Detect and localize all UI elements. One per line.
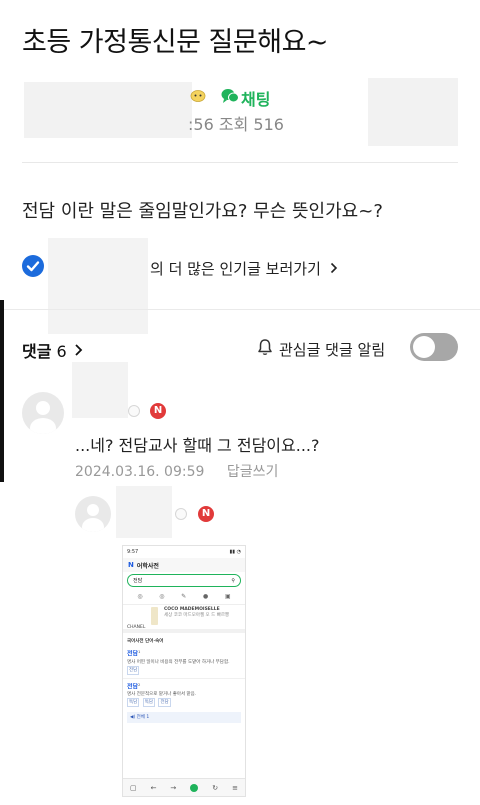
refresh-icon: ↻ bbox=[212, 783, 219, 792]
mic-icon: ● bbox=[202, 593, 209, 600]
post-body: 전담 이란 말은 줄임말인가요? 무슨 뜻인가요~? bbox=[22, 201, 383, 222]
chevron-right-icon bbox=[74, 342, 83, 361]
post-title: 초등 가정통신문 질문해요~ bbox=[22, 27, 329, 58]
home-icon bbox=[190, 783, 199, 792]
chat-button[interactable]: 채팅 bbox=[221, 86, 270, 110]
ad-desc: 세상 코코 마드모아젤 오 드 빠르뿡 bbox=[164, 613, 230, 618]
reply-button[interactable]: 답글쓰기 bbox=[227, 464, 279, 480]
dict-app-title: 어학사전 bbox=[136, 562, 159, 570]
comments-count: 6 bbox=[56, 342, 67, 361]
tabs-icon: ▢ bbox=[129, 783, 137, 792]
comment-meta: 2024.03.16. 09:59 답글쓰기 bbox=[75, 461, 296, 481]
chevron-right-icon bbox=[330, 260, 338, 278]
phone-time: 9:57 bbox=[127, 549, 139, 555]
bike-icon: ◎ bbox=[159, 593, 165, 600]
dict-ad-banner: CHANEL COCO MADEMOISELLE 세상 코코 마드모아젤 오 드… bbox=[123, 605, 245, 633]
speaker-icon: ◀) bbox=[130, 715, 136, 720]
new-badge: N bbox=[198, 506, 214, 522]
dict-tag: 독담 bbox=[142, 698, 155, 707]
views-count: 516 bbox=[253, 115, 284, 134]
pencil-icon: ✎ bbox=[181, 593, 187, 600]
menu-icon: ≡ bbox=[232, 783, 238, 792]
member-level-icon bbox=[128, 405, 140, 417]
redacted-block bbox=[368, 78, 458, 146]
dict-entry: 전담2 명사 전문적으로 맡거나 좋아서 맡음. 독담 독담 전담 bbox=[123, 677, 245, 711]
dict-audio-row: ◀) 전체 1 bbox=[127, 712, 241, 723]
perfume-bottle-icon bbox=[151, 607, 158, 625]
avatar[interactable] bbox=[75, 496, 111, 532]
naver-logo-icon: N bbox=[128, 561, 134, 569]
back-arrow-icon: ← bbox=[150, 783, 157, 792]
dict-headword: 전담 bbox=[127, 650, 139, 658]
bell-icon bbox=[257, 338, 273, 360]
phone-status-bar: 9:57 ▮▮ ◔ bbox=[123, 546, 245, 558]
notify-label: 관심글 댓글 알림 bbox=[279, 340, 386, 359]
dict-tag: 전담 bbox=[127, 665, 140, 675]
comment-attached-image[interactable]: 9:57 ▮▮ ◔ N 어학사전 전담 ⚲ ◎ ◎ ✎ ● ▣ CHANEL C… bbox=[122, 545, 246, 797]
commenter-name-redacted bbox=[72, 362, 128, 418]
post-time: :56 bbox=[188, 115, 214, 134]
bike-icon: ◎ bbox=[137, 593, 143, 600]
forward-arrow-icon: → bbox=[170, 783, 177, 792]
commenter-name-redacted bbox=[116, 486, 172, 538]
comments-header[interactable]: 댓글 6 bbox=[22, 338, 83, 362]
dict-section-title: 국어사전 단어·숙어 bbox=[127, 639, 164, 644]
author-info-redacted bbox=[24, 82, 192, 138]
phone-bottom-bar: ▢ ← → ↻ ≡ bbox=[123, 778, 245, 796]
chat-icon bbox=[221, 88, 239, 108]
toggle-knob bbox=[413, 336, 435, 358]
camera-icon: ▣ bbox=[224, 593, 231, 600]
dict-tag: 전담 bbox=[158, 698, 171, 707]
views-label: 조회 bbox=[218, 115, 249, 134]
cafe-name-redacted bbox=[48, 238, 148, 334]
comments-label: 댓글 bbox=[22, 342, 52, 361]
dict-search-box: 전담 ⚲ bbox=[127, 574, 241, 587]
audio-label: 전체 1 bbox=[136, 715, 150, 720]
verified-badge-icon bbox=[22, 255, 44, 277]
dict-entry: 전담1 명사 어떤 일이나 비용의 전부를 도맡아 하거나 부담함. 전담 bbox=[123, 646, 245, 678]
phone-signal-icon: ▮▮ ◔ bbox=[229, 549, 241, 555]
dict-definition: 명사 어떤 일이나 비용의 전부를 도맡아 하거나 부담함. bbox=[127, 659, 230, 665]
dict-header: N 어학사전 bbox=[123, 558, 245, 572]
avatar[interactable] bbox=[22, 392, 64, 434]
comment-date: 2024.03.16. 09:59 bbox=[75, 464, 205, 480]
popular-posts-label: 의 더 많은 인기글 보러가기 bbox=[150, 260, 321, 278]
chat-label: 채팅 bbox=[241, 90, 271, 109]
divider bbox=[22, 162, 458, 163]
post-meta: :56 조회 516 bbox=[188, 111, 284, 135]
comment-notify-option: 관심글 댓글 알림 bbox=[257, 338, 385, 360]
section-divider bbox=[0, 309, 480, 310]
comment-notify-toggle[interactable] bbox=[410, 333, 458, 361]
dict-search-value: 전담 bbox=[133, 578, 143, 584]
dict-tool-icons: ◎ ◎ ✎ ● ▣ bbox=[123, 589, 245, 605]
new-badge: N bbox=[150, 403, 166, 419]
popular-posts-link[interactable]: 의 더 많은 인기글 보러가기 bbox=[150, 258, 338, 279]
author-level-icon bbox=[190, 88, 206, 106]
dict-headword: 전담 bbox=[127, 683, 139, 690]
member-level-icon bbox=[175, 508, 187, 520]
dict-definition: 명사 전문적으로 맡거나 좋아서 맡음. bbox=[127, 692, 197, 697]
comment-text: ...네? 전담교사 할때 그 전담이요...? bbox=[75, 436, 320, 455]
ad-brand: CHANEL bbox=[127, 625, 146, 630]
scroll-indicator bbox=[0, 300, 4, 482]
search-icon: ⚲ bbox=[231, 577, 235, 584]
dict-tag: 독담 bbox=[127, 698, 140, 707]
